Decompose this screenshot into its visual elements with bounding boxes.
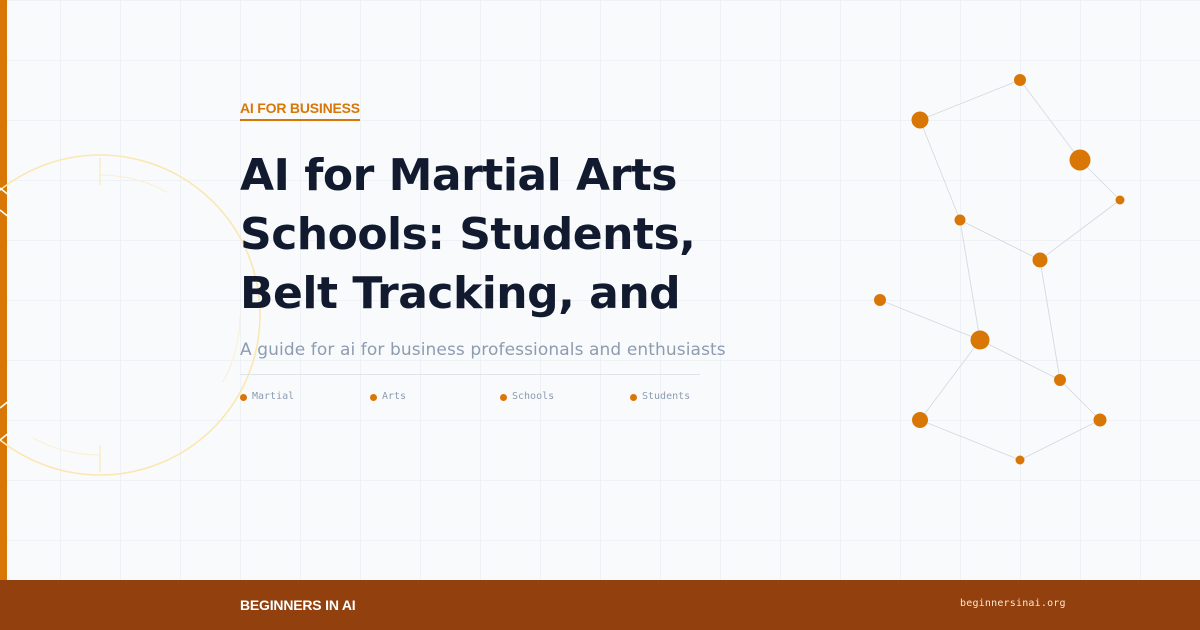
tag-label: Students <box>642 391 691 402</box>
tag-item: Arts <box>370 390 406 404</box>
brand-name: BEGINNERS IN AI <box>240 597 356 613</box>
page-title: AI for Martial Arts Schools: Students, B… <box>240 146 760 323</box>
network-node <box>970 330 990 350</box>
network-node <box>1093 413 1107 427</box>
network-node <box>1069 149 1091 171</box>
title-line: Belt Tracking, and <box>240 268 681 319</box>
tag-dot-icon <box>240 393 247 401</box>
category-label: AI FOR BUSINESS <box>240 100 360 121</box>
tag-dot-icon <box>630 393 637 401</box>
tag-list: Martial Arts Schools Students <box>240 390 710 406</box>
social-share-card: AI FOR BUSINESS AI for Martial Arts Scho… <box>0 0 1200 630</box>
network-node <box>912 412 928 428</box>
network-node <box>1032 252 1048 268</box>
network-node <box>874 294 886 306</box>
title-line: AI for Martial Arts <box>240 150 678 201</box>
tag-label: Martial <box>252 391 295 402</box>
tag-label: Arts <box>382 391 407 402</box>
subtitle: A guide for ai for business professional… <box>240 340 726 360</box>
site-domain: beginnersinai.org <box>960 598 1066 609</box>
tag-label: Schools <box>512 391 555 402</box>
network-node <box>1054 374 1066 386</box>
tag-item: Schools <box>500 390 554 404</box>
tag-item: Martial <box>240 390 294 404</box>
network-node <box>911 111 929 129</box>
tag-item: Students <box>630 390 690 404</box>
title-line: Schools: Students, <box>240 209 696 260</box>
network-node <box>1014 74 1026 86</box>
network-node <box>1015 455 1025 465</box>
tag-dot-icon <box>370 393 377 401</box>
network-node <box>1115 195 1125 205</box>
footer-bar: BEGINNERS IN AI beginnersinai.org <box>0 580 1200 630</box>
tag-dot-icon <box>500 393 507 401</box>
accent-stripe <box>0 0 7 580</box>
network-node <box>954 214 966 226</box>
divider <box>240 374 700 375</box>
